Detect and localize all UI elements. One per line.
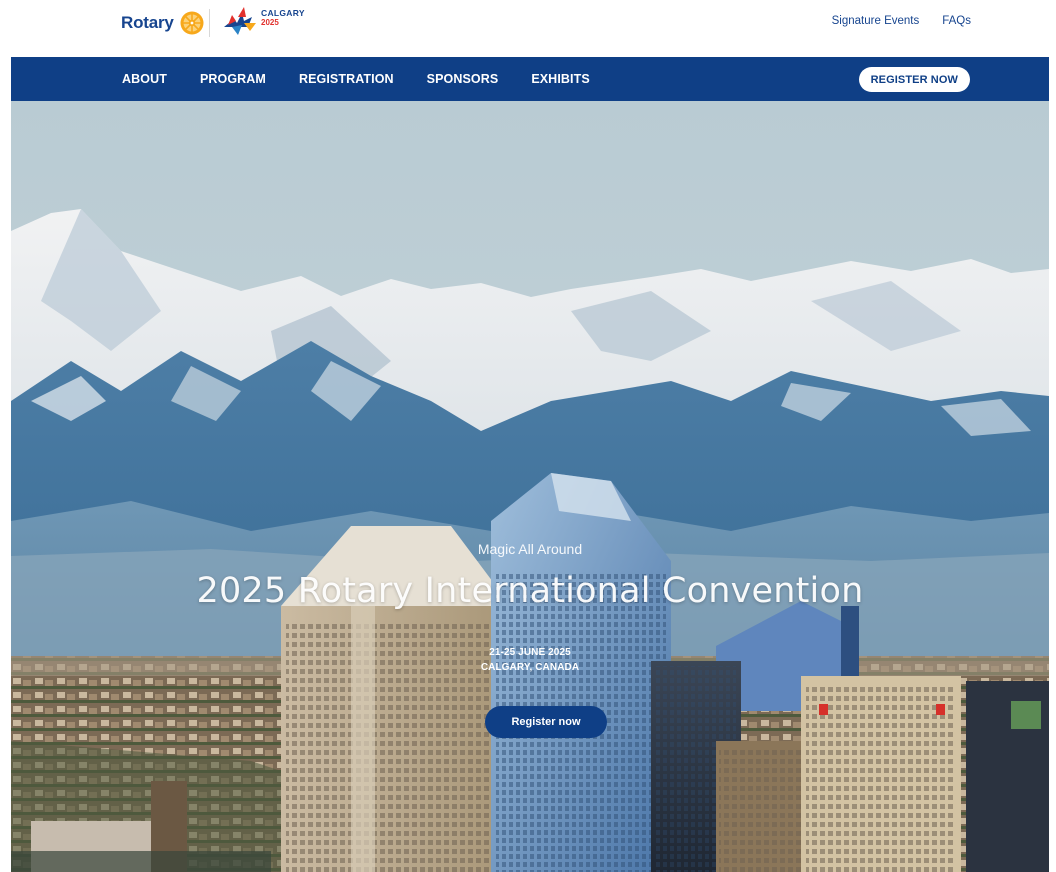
nav-item-about[interactable]: ABOUT (122, 72, 167, 86)
hero-register-button[interactable]: Register now (485, 706, 607, 738)
nav-item-sponsors[interactable]: SPONSORS (427, 72, 499, 86)
logo-divider (209, 9, 210, 37)
utility-link-faqs[interactable]: FAQs (942, 15, 971, 27)
rotary-logo[interactable]: Rotary (121, 7, 205, 39)
hero-location: CALGARY, CANADA (480, 662, 580, 673)
calgary-year: 2025 (261, 18, 279, 27)
utility-links: Signature Events FAQs (832, 15, 971, 27)
rotary-wheel-icon (180, 11, 204, 35)
hero-event-details: 21-25 JUNE 2025 CALGARY, CANADA (11, 645, 1049, 675)
nav-item-registration[interactable]: REGISTRATION (299, 72, 394, 86)
register-now-button[interactable]: REGISTER NOW (858, 67, 970, 92)
rotary-wordmark: Rotary (121, 13, 174, 32)
page: Rotary CALGARY 2025 Signature Events FAQ… (0, 0, 1056, 872)
main-navigation: ABOUT PROGRAM REGISTRATION SPONSORS EXHI… (11, 57, 1049, 101)
utility-link-signature-events[interactable]: Signature Events (832, 15, 920, 27)
hero-dates: 21-25 JUNE 2025 (489, 647, 571, 658)
hero-tagline: Magic All Around (477, 541, 583, 557)
hero-banner: Magic All Around 2025 Rotary Internation… (11, 101, 1049, 872)
nav-items: ABOUT PROGRAM REGISTRATION SPONSORS EXHI… (122, 57, 623, 101)
calgary-2025-logo[interactable]: CALGARY 2025 (222, 5, 305, 39)
calgary-name: CALGARY (261, 8, 305, 18)
maple-leaf-icon (224, 7, 256, 35)
nav-item-program[interactable]: PROGRAM (200, 72, 266, 86)
utility-bar: Rotary CALGARY 2025 Signature Events FAQ… (0, 0, 1056, 57)
nav-item-exhibits[interactable]: EXHIBITS (531, 72, 589, 86)
hero-content: Magic All Around 2025 Rotary Internation… (11, 101, 1049, 872)
hero-title: 2025 Rotary International Convention (196, 571, 864, 611)
